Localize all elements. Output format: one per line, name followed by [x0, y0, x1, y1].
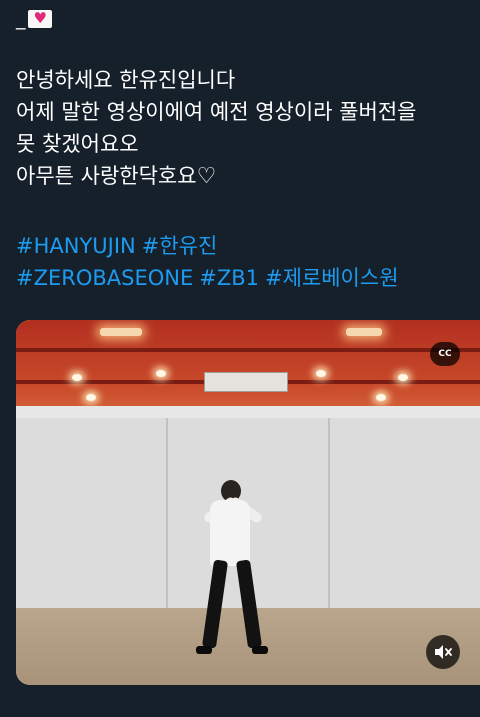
white-heart-icon: ♡	[196, 164, 217, 189]
dancer-torso	[210, 500, 250, 566]
ceiling-light	[86, 394, 96, 401]
ceiling-vent	[204, 372, 288, 392]
hashtag-row: #ZEROBASEONE #ZB1 #제로베이스원	[16, 262, 476, 294]
ceiling-light	[346, 328, 382, 336]
hashtag-link[interactable]: #HANYUJIN	[16, 234, 136, 258]
captions-button[interactable]: CC	[430, 342, 460, 366]
tweet-line-4: 아무튼 사랑한닥호요	[16, 164, 197, 188]
hashtag-row: #HANYUJIN #한유진	[16, 230, 476, 262]
wall-seam	[166, 418, 168, 608]
tweet-line-1: 안녕하세요 한유진입니다	[16, 68, 236, 92]
ceiling-light	[316, 370, 326, 377]
ceiling-light	[376, 394, 386, 401]
hashtags: #HANYUJIN #한유진 #ZEROBASEONE #ZB1 #제로베이스원	[16, 230, 476, 294]
dancer-shoe	[196, 646, 212, 654]
ceiling-light	[398, 374, 408, 381]
mute-button[interactable]	[426, 635, 460, 669]
tweet-line-3: 못 찾겠어요오	[16, 132, 139, 156]
tweet-line-2: 어제 말한 영상이에여 예전 영상이라 풀버전을	[16, 100, 417, 124]
hashtag-link[interactable]: #한유진	[142, 234, 218, 258]
hashtag-link[interactable]: #ZEROBASEONE	[16, 266, 193, 290]
hashtag-link[interactable]: #ZB1	[199, 266, 259, 290]
wall-seam	[328, 418, 330, 608]
hashtag-link[interactable]: #제로베이스원	[265, 266, 399, 290]
tweet-header: _	[16, 8, 52, 30]
header-prefix: _	[16, 8, 26, 30]
tweet-body: 안녕하세요 한유진입니다 어제 말한 영상이에여 예전 영상이라 풀버전을 못 …	[16, 64, 476, 193]
ceiling-beam	[16, 348, 480, 352]
ceiling-light	[156, 370, 166, 377]
speaker-muted-icon	[435, 645, 452, 659]
dancer-shoe	[252, 646, 268, 654]
ceiling-light	[100, 328, 142, 336]
ceiling-light	[72, 374, 82, 381]
video-frame-ceiling	[16, 320, 480, 415]
video-player[interactable]: CC	[16, 320, 480, 685]
heart-letter-icon	[27, 8, 52, 28]
